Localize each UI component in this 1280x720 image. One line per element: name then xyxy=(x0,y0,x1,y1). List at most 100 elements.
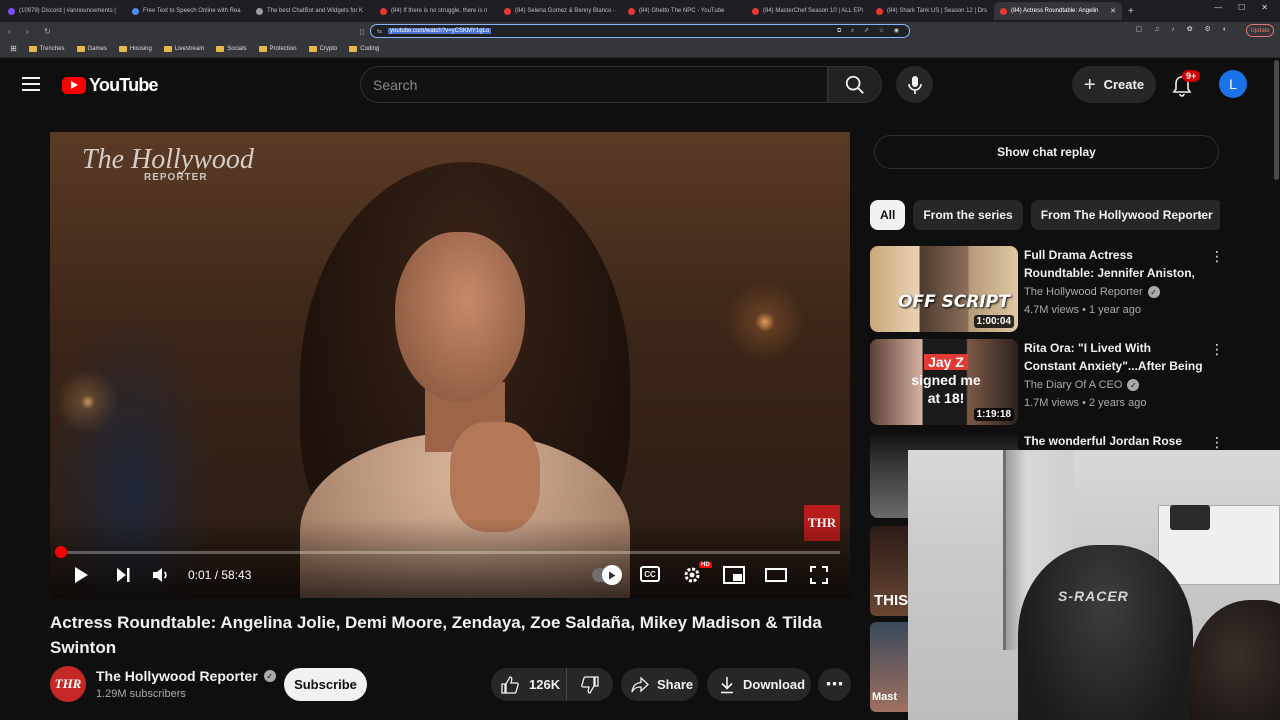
fullscreen-button[interactable] xyxy=(808,564,830,586)
bookmark-star-icon[interactable]: ▯ xyxy=(360,27,370,36)
plus-icon: + xyxy=(1083,73,1096,96)
create-label: Create xyxy=(1103,77,1145,92)
recommendation-title[interactable]: Full Drama Actress Roundtable: Jennifer … xyxy=(1024,246,1204,282)
channel-name-row[interactable]: The Hollywood Reporter ✓ xyxy=(96,668,276,684)
browser-tab[interactable]: (84) Ghetto The NPC - YouTube xyxy=(622,2,744,20)
tab-favicon-icon xyxy=(504,7,511,15)
extension-icons[interactable]: ▢ ♫ ♪ ✿ ⚙ ◐ xyxy=(1136,25,1232,33)
recommendation-item[interactable]: OFF SCRIPT 1:00:04 Full Drama Actress Ro… xyxy=(870,246,1224,332)
channel-avatar[interactable]: THR xyxy=(50,666,86,702)
volume-button[interactable] xyxy=(150,564,172,586)
minimize-icon[interactable]: — xyxy=(1214,3,1222,12)
recommendation-title[interactable]: The wonderful Jordan Rose xyxy=(1024,432,1204,450)
maximize-icon[interactable]: ☐ xyxy=(1238,3,1245,12)
menu-icon[interactable] xyxy=(22,77,40,91)
url-text[interactable]: youtube.com/watch?v=yCSKMY1gLo xyxy=(388,28,492,34)
miniplayer-button[interactable] xyxy=(723,564,745,586)
tab-favicon-icon xyxy=(380,7,387,15)
video-title: Actress Roundtable: Angelina Jolie, Demi… xyxy=(50,613,822,657)
kebab-menu-icon[interactable]: ⋮ xyxy=(1210,341,1224,358)
search-input[interactable] xyxy=(373,76,827,93)
tab-favicon-icon xyxy=(132,7,139,15)
video-player[interactable]: The Hollywood REPORTER THR 0:01 / 58:43 … xyxy=(50,132,850,598)
apps-grid-icon[interactable]: ⊞ xyxy=(10,44,17,53)
recommendation-thumbnail[interactable]: OFF SCRIPT 1:00:04 xyxy=(870,246,1018,332)
miniplayer-icon xyxy=(723,566,745,584)
browser-tab[interactable]: (84) Shark Tank US | Season 12 | Drs xyxy=(870,2,992,20)
more-actions-button[interactable]: ⋯ xyxy=(818,668,851,701)
folder-icon xyxy=(349,45,358,52)
recommendation-title[interactable]: Rita Ora: "I Lived With Constant Anxiety… xyxy=(1024,339,1204,375)
bookmark-folder[interactable]: Housing xyxy=(118,45,152,52)
site-info-icon[interactable]: ⇆ xyxy=(377,28,382,35)
chevron-right-icon[interactable]: › xyxy=(1190,205,1210,225)
voice-search-button[interactable] xyxy=(896,66,933,103)
bookmarks-list: Trenches Games Housing Livestream Socials Pro… xyxy=(28,45,379,52)
bookmark-folder[interactable]: Socials xyxy=(216,45,247,52)
new-tab-button[interactable]: + xyxy=(1128,6,1134,17)
browser-tab[interactable]: (10979) Discord | #announcements | xyxy=(2,2,124,20)
search-button[interactable] xyxy=(828,66,882,103)
url-field[interactable]: ⇆ youtube.com/watch?v=yCSKMY1gLo ⧉ ⌕ ⇗ ☆… xyxy=(370,24,910,38)
tab-close-icon[interactable]: ✕ xyxy=(1110,7,1116,15)
recommendation-thumbnail[interactable]: Jay Z signed me at 18! 1:19:18 xyxy=(870,339,1018,425)
kebab-menu-icon[interactable]: ⋮ xyxy=(1210,248,1224,265)
subscribe-button[interactable]: Subscribe xyxy=(284,668,367,701)
theater-mode-button[interactable] xyxy=(764,564,788,586)
bookmark-folder[interactable]: Livestream xyxy=(163,45,204,52)
browser-tab[interactable]: (84) If there is no struggle, there is n xyxy=(374,2,496,20)
recommendation-channel[interactable]: The Diary Of A CEO xyxy=(1024,379,1122,391)
bookmark-folder[interactable]: Protection xyxy=(258,45,297,52)
folder-icon xyxy=(258,45,267,52)
download-button[interactable]: Download xyxy=(707,668,811,701)
browser-tab[interactable]: The best ChatBot and Widgets for K xyxy=(250,2,372,20)
create-button[interactable]: + Create xyxy=(1072,66,1156,103)
page-scrollbar[interactable] xyxy=(1274,60,1279,180)
recommendation-item[interactable]: Jay Z signed me at 18! 1:19:18 Rita Ora:… xyxy=(870,339,1224,425)
forward-icon[interactable]: › xyxy=(26,27,36,36)
play-button[interactable] xyxy=(70,564,92,586)
progress-bar[interactable] xyxy=(60,551,840,554)
partial-thumbnail-text: Mast xyxy=(872,691,898,703)
bookmark-label: Protection xyxy=(269,45,297,52)
download-label: Download xyxy=(743,677,806,692)
chip-all[interactable]: All xyxy=(870,200,906,230)
autoplay-play-icon xyxy=(609,571,616,579)
next-button[interactable] xyxy=(112,564,134,586)
account-avatar[interactable]: L xyxy=(1219,70,1247,98)
browser-tab-active[interactable]: (84) Actress Roundtable: Angelin ✕ xyxy=(994,2,1122,20)
thumbnail-text: OFF SCRIPT xyxy=(898,292,1010,312)
recommendation-channel[interactable]: The Hollywood Reporter xyxy=(1024,286,1143,298)
bookmark-folder[interactable]: Coding xyxy=(349,45,379,52)
update-button[interactable]: Update xyxy=(1246,24,1274,37)
channel-name[interactable]: The Hollywood Reporter xyxy=(96,668,258,684)
youtube-logo[interactable]: YouTube xyxy=(62,75,159,96)
browser-tab[interactable]: (84) MasterChef Season 10 | ALL EPI xyxy=(746,2,868,20)
captions-button[interactable]: CC xyxy=(640,566,660,582)
show-chat-replay-button[interactable]: Show chat replay xyxy=(874,135,1219,169)
share-button[interactable]: Share xyxy=(621,668,698,701)
chip-from-the-series[interactable]: From the series xyxy=(913,200,1023,230)
webcam-person xyxy=(1190,600,1280,720)
autoplay-knob[interactable] xyxy=(602,565,622,585)
scrubber-handle[interactable] xyxy=(55,546,67,558)
reload-icon[interactable]: ↻ xyxy=(44,27,54,36)
browser-tab[interactable]: Free Text to Speech Online with Rea xyxy=(126,2,248,20)
kebab-menu-icon[interactable]: ⋮ xyxy=(1210,434,1224,451)
dislike-button[interactable] xyxy=(567,675,613,694)
video-watermark-sub: REPORTER xyxy=(144,172,208,183)
microphone-icon xyxy=(907,75,922,94)
bookmark-folder[interactable]: Trenches xyxy=(28,45,65,52)
webcam-gaming-chair xyxy=(1018,545,1193,720)
browser-tab[interactable]: (84) Selena Gomez & Benny Blanco - xyxy=(498,2,620,20)
bookmark-folder[interactable]: Games xyxy=(76,45,107,52)
tab-label: (84) Selena Gomez & Benny Blanco - xyxy=(515,8,616,14)
like-button[interactable]: 126K xyxy=(491,668,567,701)
back-icon[interactable]: ‹ xyxy=(8,27,18,36)
bookmark-folder[interactable]: Crypto xyxy=(308,45,337,52)
video-duration: 1:19:18 xyxy=(973,408,1014,421)
close-window-icon[interactable]: ✕ xyxy=(1261,3,1268,12)
video-subject-face xyxy=(395,232,525,402)
video-duration: 1:00:04 xyxy=(973,315,1014,328)
url-action-icons[interactable]: ⧉ ⌕ ⇗ ☆ ◉ xyxy=(837,27,903,35)
